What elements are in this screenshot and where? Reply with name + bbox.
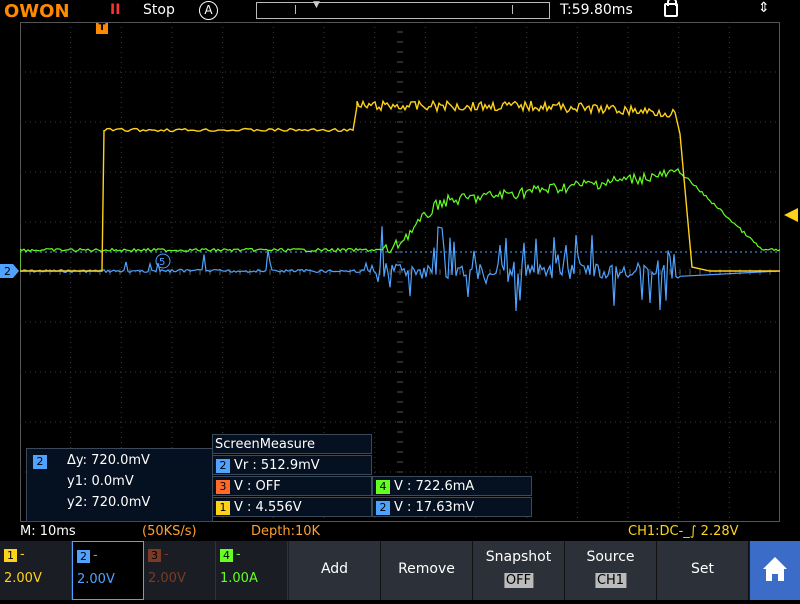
ch3-dash: - bbox=[164, 547, 169, 562]
usb-icon: ⇕ bbox=[758, 0, 770, 16]
memory-depth: Depth:10K bbox=[251, 524, 321, 539]
remove-button[interactable]: Remove bbox=[381, 541, 473, 600]
snapshot-button[interactable]: Snapshot OFF bbox=[473, 541, 565, 600]
cursor-channel-badge: 2 bbox=[33, 455, 47, 469]
cursor-circle-label: 5 bbox=[159, 257, 165, 268]
ch2-offset-marker[interactable]: 2 bbox=[0, 264, 20, 278]
ch2-scale: 2.00V bbox=[77, 572, 115, 587]
trigger-level-marker[interactable] bbox=[782, 207, 800, 223]
remove-label: Remove bbox=[398, 561, 455, 577]
ch4-dash: - bbox=[236, 547, 241, 562]
ch4-waveform bbox=[20, 167, 780, 272]
trigger-mode-indicator: A bbox=[199, 1, 218, 20]
measure-ch-badge: 3 bbox=[216, 479, 230, 494]
waveform-canvas: 5 bbox=[20, 22, 780, 522]
ch2-badge: 2 bbox=[77, 550, 90, 563]
measure-ch-badge: 2 bbox=[216, 458, 230, 473]
measure-ch-badge: 2 bbox=[376, 500, 390, 515]
bottom-menu-bar: 1 - 2.00V 2 - 2.00V 3 - 2.00V 4 - 1.00A … bbox=[0, 541, 800, 600]
measure-ch4-v: 4 V : 722.6mA bbox=[372, 476, 532, 496]
home-icon bbox=[763, 557, 787, 581]
measure-value: Vr : 512.9mV bbox=[234, 458, 320, 473]
top-status-bar: OWON II Stop A ▼ T:59.80ms ⇕ bbox=[0, 0, 800, 22]
measure-ch-badge: 1 bbox=[216, 500, 230, 515]
timebase-position: T:59.80ms bbox=[560, 2, 633, 18]
memory-window bbox=[295, 5, 513, 14]
run-state[interactable]: Stop bbox=[143, 2, 175, 18]
waveform-display[interactable]: 5 bbox=[20, 22, 780, 522]
memory-position-bar[interactable]: ▼ bbox=[256, 0, 550, 19]
ch3-scale: 2.00V bbox=[148, 571, 186, 586]
source-value: CH1 bbox=[594, 573, 627, 588]
ch1-badge: 1 bbox=[4, 549, 17, 562]
ch2-waveform bbox=[20, 226, 780, 312]
source-label: Source bbox=[586, 549, 635, 565]
pause-icon[interactable]: II bbox=[110, 2, 120, 18]
ch1-scale: 2.00V bbox=[4, 571, 42, 586]
ch1-dash: - bbox=[20, 547, 25, 562]
snapshot-value: OFF bbox=[503, 573, 534, 588]
cursor-delta-y: Δy: 720.0mV bbox=[67, 453, 150, 468]
set-label: Set bbox=[691, 561, 714, 577]
ch2-marker-label: 2 bbox=[4, 265, 11, 278]
acquisition-status-line: M: 10ms (50KS/s) Depth:10K CH1:DC-_∫ 2.2… bbox=[0, 523, 800, 541]
ch3-badge: 3 bbox=[148, 549, 161, 562]
measure-value: V : 17.63mV bbox=[394, 500, 475, 515]
add-label: Add bbox=[320, 561, 349, 577]
measure-value: V : OFF bbox=[234, 479, 281, 494]
add-button[interactable]: Add bbox=[289, 541, 381, 600]
home-button[interactable] bbox=[750, 541, 800, 600]
source-button[interactable]: Source CH1 bbox=[565, 541, 657, 600]
ch2-button[interactable]: 2 - 2.00V bbox=[72, 541, 144, 600]
memory-pointer-icon: ▼ bbox=[313, 0, 320, 10]
cursor-y1: y1: 0.0mV bbox=[67, 474, 134, 489]
ch3-button[interactable]: 3 - 2.00V bbox=[144, 541, 216, 600]
measure-ch3-v: 3 V : OFF bbox=[212, 476, 372, 496]
time-per-div[interactable]: M: 10ms bbox=[20, 524, 76, 539]
cursor-y2: y2: 720.0mV bbox=[67, 495, 151, 510]
measure-value: V : 722.6mA bbox=[394, 479, 475, 494]
cursor-readout-panel: 2 Δy: 720.0mV y1: 0.0mV y2: 720.0mV bbox=[26, 448, 213, 522]
set-button[interactable]: Set bbox=[657, 541, 749, 600]
ch4-scale: 1.00A bbox=[220, 571, 258, 586]
owon-logo: OWON bbox=[4, 1, 70, 22]
ch1-waveform bbox=[20, 99, 780, 272]
snapshot-label: Snapshot bbox=[485, 549, 552, 565]
trigger-status[interactable]: CH1:DC-_∫ 2.28V bbox=[628, 524, 739, 539]
measure-ch-badge: 4 bbox=[376, 479, 390, 494]
measure-ch1-v: 1 V : 4.556V bbox=[212, 497, 372, 517]
screen-measure-title: ScreenMeasure bbox=[212, 434, 372, 454]
measure-ch2-vr: 2 Vr : 512.9mV bbox=[212, 455, 372, 475]
ch1-button[interactable]: 1 - 2.00V bbox=[0, 541, 72, 600]
measure-ch2-v: 2 V : 17.63mV bbox=[372, 497, 532, 517]
measure-value: V : 4.556V bbox=[234, 500, 302, 515]
lock-icon bbox=[664, 0, 678, 17]
ch2-dash: - bbox=[93, 548, 98, 563]
ch4-badge: 4 bbox=[220, 549, 233, 562]
sample-rate: (50KS/s) bbox=[142, 524, 197, 539]
ch4-button[interactable]: 4 - 1.00A bbox=[216, 541, 288, 600]
